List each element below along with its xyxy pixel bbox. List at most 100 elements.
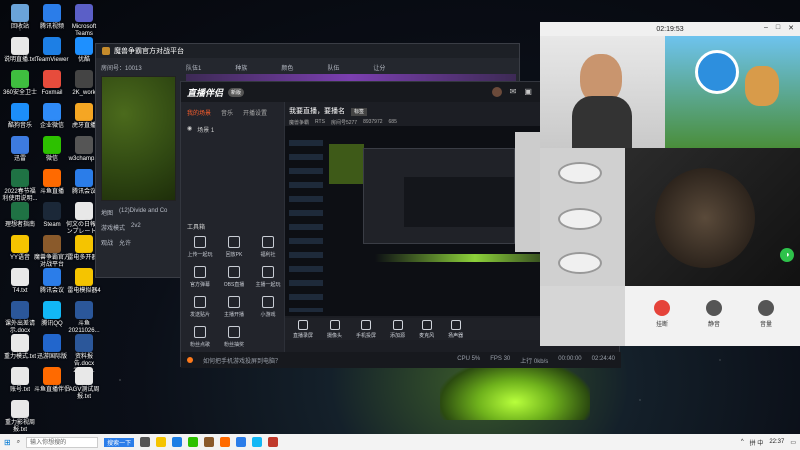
video-call-app-icon[interactable]: [252, 437, 263, 447]
team-col-header: 颜色: [281, 66, 294, 72]
setting-label: 游戏模式: [101, 226, 126, 232]
source-button[interactable]: 手机投屏: [356, 319, 376, 339]
video-call-window[interactable]: 02:19:53 – □ ✕ ◑ 挂断 静音 音量: [540, 22, 800, 346]
tool-item[interactable]: 回放PK: [217, 236, 251, 258]
desktop-icon-label: Microsoft Teams: [71, 24, 97, 37]
clock[interactable]: 22:37: [769, 439, 784, 445]
tools-header: 工具箱: [187, 225, 206, 231]
status-hint[interactable]: 如何把手机游戏投屏到电脑？: [203, 356, 281, 365]
source-button[interactable]: 麦克风: [419, 319, 434, 339]
app-icon: [11, 169, 29, 187]
tool-item[interactable]: 福利社: [251, 236, 285, 258]
desktop-icon[interactable]: 斗鱼直播伴侣: [34, 367, 70, 394]
desktop-icon[interactable]: 微信: [34, 136, 70, 163]
desktop-icon[interactable]: 迅雷: [2, 136, 38, 163]
desktop-icon[interactable]: YY语音: [2, 235, 38, 262]
tool-item[interactable]: 粉丝抽奖: [217, 326, 251, 348]
warcraft-app-icon[interactable]: [204, 437, 215, 447]
taskbar-search-input[interactable]: 输入你想搜的: [26, 436, 99, 448]
desktop-icon[interactable]: 360安全卫士: [2, 70, 38, 97]
tool-item[interactable]: OBS直播: [217, 266, 251, 288]
start-icon[interactable]: ⊞: [4, 438, 11, 447]
capture-desktop-icons: [289, 132, 323, 312]
desktop-icon[interactable]: 账号.txt: [2, 367, 38, 394]
desktop-icon[interactable]: T4.txt: [2, 268, 38, 295]
desktop-icon[interactable]: 斗鱼直播: [34, 169, 70, 196]
taskbar-search-button[interactable]: 搜索一下: [104, 437, 135, 447]
app-icon: [11, 301, 29, 319]
tool-item[interactable]: 小游戏: [251, 296, 285, 318]
stream-meta: 魔兽争霸 RTS 房间号5277 8937972 685: [289, 119, 397, 126]
desktop-icon[interactable]: 企业微信: [34, 103, 70, 130]
call-button[interactable]: 音量: [749, 300, 783, 328]
live-statusbar: 如何把手机游戏投屏到电脑？ CPU 5% FPS 30 上行 0kb/s 00:00:…: [181, 352, 621, 368]
ime-indicator[interactable]: 拼 中: [750, 438, 764, 447]
avatar[interactable]: [491, 87, 502, 97]
desktop-icon[interactable]: 重力模式.txt: [2, 334, 38, 361]
sidebar-tab[interactable]: 我的场景: [187, 108, 211, 117]
desktop-icon[interactable]: 魔兽争霸官方对战平台: [34, 235, 70, 269]
mail-icon[interactable]: ✉: [510, 87, 517, 97]
desktop-icon[interactable]: AGV测试周报.txt: [66, 367, 102, 401]
tool-item[interactable]: 主播开播: [217, 296, 251, 318]
maximize-icon[interactable]: □: [776, 24, 780, 32]
source-button[interactable]: 添加源: [390, 319, 405, 339]
setting-value: 2v2: [131, 223, 141, 229]
stream-tag[interactable]: 标签: [350, 108, 367, 116]
wechat-app-icon[interactable]: [188, 437, 199, 447]
desktop-icon[interactable]: 课外出差请示.docx: [2, 301, 38, 335]
desktop-icon-label: 腾讯QQ: [41, 321, 63, 327]
call-titlebar[interactable]: 02:19:53 – □ ✕: [540, 22, 800, 36]
app-icon: [43, 235, 61, 253]
sidebar-tab[interactable]: 音乐: [221, 108, 233, 117]
close-icon[interactable]: ✕: [788, 24, 794, 32]
desktop-icon[interactable]: 斗鱼 20211026...: [66, 301, 102, 335]
desktop-icon[interactable]: Steam: [34, 202, 70, 229]
minimize-icon[interactable]: –: [764, 24, 768, 32]
desktop-icon[interactable]: 酷狗音乐: [2, 103, 38, 130]
source-button[interactable]: 直播录屏: [293, 319, 313, 339]
desktop-icon[interactable]: 重力影视周报.txt: [2, 400, 38, 434]
douyu-app-icon[interactable]: [220, 437, 231, 447]
desktop-icon[interactable]: Microsoft Teams: [66, 4, 102, 38]
source-button[interactable]: 扬声器: [448, 319, 463, 339]
tool-item[interactable]: 主播一起玩: [251, 266, 285, 288]
platform-titlebar[interactable]: 魔兽争霸官方对战平台: [96, 44, 519, 58]
sidebar-tab[interactable]: 开播设置: [243, 108, 267, 117]
desktop-icon[interactable]: 腾讯QQ: [34, 301, 70, 328]
eye-icon[interactable]: ◉: [187, 125, 192, 134]
tool-item[interactable]: 发送贴片: [183, 296, 217, 318]
tool-icon: [262, 236, 274, 248]
scene-item[interactable]: ◉ 场景 1: [181, 123, 284, 136]
app-icon: [75, 235, 93, 253]
tool-item[interactable]: 上传一起玩: [183, 236, 217, 258]
explorer-app-icon[interactable]: [156, 437, 167, 447]
desktop-icon[interactable]: TeamViewer: [34, 37, 70, 64]
notification-icon[interactable]: ▭: [790, 439, 796, 446]
desktop-icon[interactable]: 理想者指南: [2, 202, 38, 229]
tool-item[interactable]: 粉丝点歌: [183, 326, 217, 348]
desktop-icon[interactable]: 迅游国际版: [34, 334, 70, 361]
desktop-icon[interactable]: 说明直播.txt: [2, 37, 38, 64]
browser-app-icon[interactable]: [172, 437, 183, 447]
speaker-toggle-icon[interactable]: ◑: [780, 248, 794, 262]
desktop-icon[interactable]: 2022春节福利使用说明...: [2, 169, 38, 203]
tray-chevron-icon[interactable]: ^: [741, 439, 744, 445]
task-view-icon[interactable]: [140, 437, 151, 447]
app-icon: [75, 169, 93, 187]
desktop-icon[interactable]: 回收站: [2, 4, 38, 31]
setting-label: 地图: [101, 211, 114, 217]
gift-icon[interactable]: ▣: [524, 87, 532, 97]
call-button[interactable]: 挂断: [645, 300, 679, 328]
call-button[interactable]: 静音: [697, 300, 731, 328]
meeting-app-icon[interactable]: [236, 437, 247, 447]
source-button[interactable]: 摄像头: [327, 319, 342, 339]
stream-title[interactable]: 我要直播，要播名: [289, 108, 345, 115]
desktop-icon[interactable]: 腾讯会议: [34, 268, 70, 295]
live-logo: 直播伴侣: [187, 87, 224, 98]
tool-item[interactable]: 官方弹幕: [183, 266, 217, 288]
app-icon: [75, 4, 93, 22]
desktop-icon[interactable]: 腾讯视频: [34, 4, 70, 31]
desktop-icon[interactable]: Foxmail: [34, 70, 70, 97]
game-app-icon[interactable]: [268, 437, 279, 447]
